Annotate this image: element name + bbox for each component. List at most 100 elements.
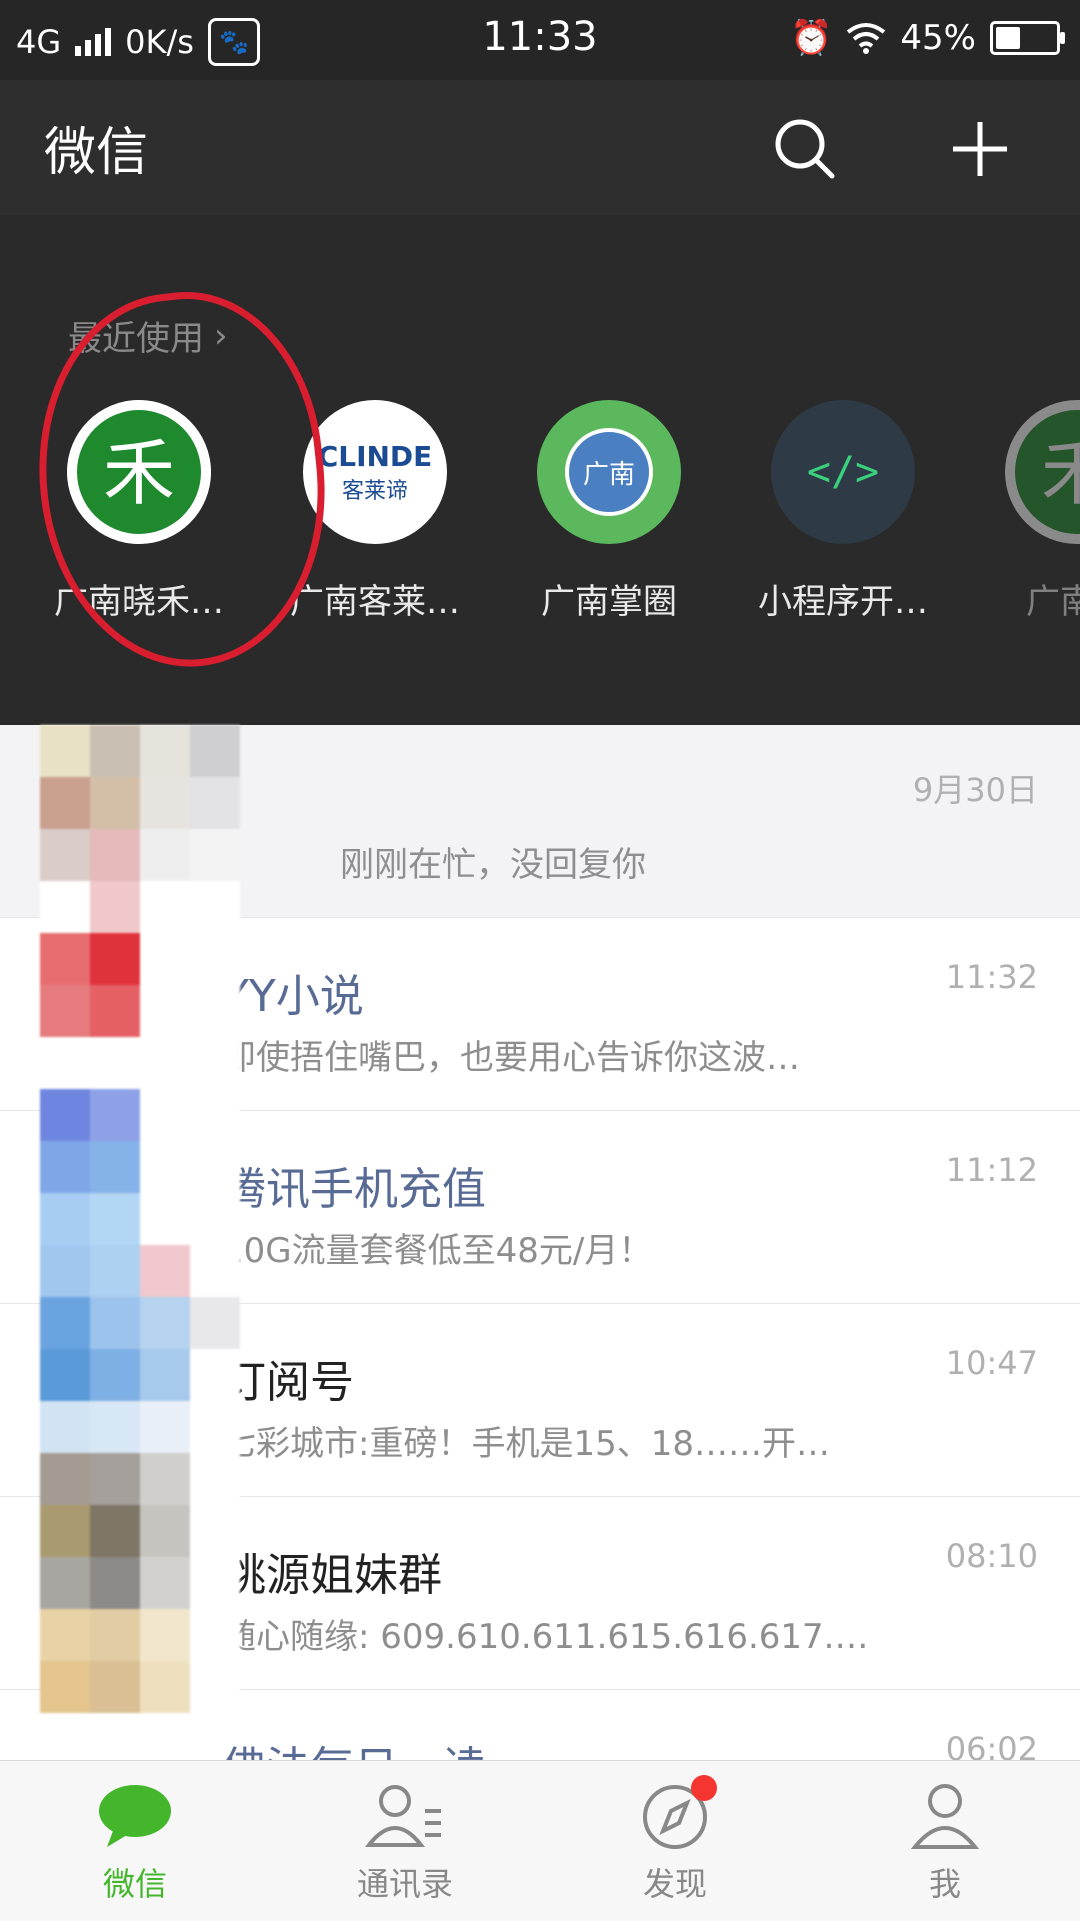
mosaic-tile bbox=[40, 1245, 90, 1297]
mosaic-tile bbox=[40, 1089, 90, 1141]
mosaic-tile bbox=[190, 1661, 240, 1713]
mosaic-tile bbox=[140, 1141, 190, 1193]
mosaic-tile bbox=[90, 1453, 140, 1505]
mosaic-tile bbox=[140, 1349, 190, 1401]
mosaic-tile bbox=[140, 1297, 190, 1349]
mosaic-tile bbox=[140, 1557, 190, 1609]
chat-time: 11:12 bbox=[945, 1151, 1038, 1189]
mosaic-tile bbox=[40, 1609, 90, 1661]
clinde-brand-text: CLINDE bbox=[317, 439, 433, 473]
top-bar: 微信 bbox=[0, 80, 1080, 215]
tab-contacts[interactable]: 通讯录 bbox=[270, 1761, 540, 1921]
chat-name: YY小说 bbox=[222, 971, 364, 1022]
clinde-brand-sub: 客莱谛 bbox=[341, 478, 408, 504]
mosaic-tile bbox=[140, 1453, 190, 1505]
mosaic-tile bbox=[190, 725, 240, 777]
chat-name: 桃源姐妹群 bbox=[222, 1550, 442, 1601]
plus-icon[interactable] bbox=[945, 114, 1015, 184]
chat-time: 9月30日 bbox=[912, 771, 1038, 809]
mosaic-tile bbox=[40, 1349, 90, 1401]
wifi-icon bbox=[847, 23, 886, 54]
chat-bubble-icon bbox=[95, 1781, 175, 1851]
mosaic-tile bbox=[90, 1297, 140, 1349]
mosaic-tile bbox=[40, 1505, 90, 1557]
code-brand-text: </> bbox=[806, 449, 880, 495]
mosaic-tile bbox=[40, 1661, 90, 1713]
mosaic-tile bbox=[190, 1453, 240, 1505]
search-icon[interactable] bbox=[770, 114, 840, 184]
mosaic-tile bbox=[40, 1141, 90, 1193]
mosaic-tile bbox=[190, 1297, 240, 1349]
chat-time: 10:47 bbox=[945, 1344, 1038, 1382]
mosaic-tile bbox=[40, 1037, 90, 1089]
mini-program-item[interactable]: 禾 广南晓 bbox=[982, 400, 1080, 623]
mosaic-tile bbox=[190, 1401, 240, 1453]
mosaic-tile bbox=[90, 881, 140, 933]
mosaic-tile bbox=[90, 829, 140, 881]
tab-label: 发现 bbox=[642, 1865, 707, 1903]
tab-me[interactable]: 我 bbox=[810, 1761, 1080, 1921]
mosaic-tile bbox=[190, 985, 240, 1037]
chat-time: 08:10 bbox=[945, 1537, 1038, 1575]
mosaic-tile bbox=[90, 1401, 140, 1453]
mini-program-item[interactable]: 广南 广南掌圈 bbox=[514, 400, 704, 623]
mosaic-tile bbox=[90, 1089, 140, 1141]
mosaic-tile bbox=[40, 777, 90, 829]
tab-label: 我 bbox=[928, 1865, 961, 1903]
mosaic-tile bbox=[190, 1609, 240, 1661]
mini-program-name: 广南客莱… bbox=[290, 582, 460, 622]
mini-program-item[interactable]: </> 小程序开… bbox=[748, 400, 938, 623]
chat-name: 腾讯手机充值 bbox=[222, 1164, 486, 1215]
mosaic-tile bbox=[40, 1193, 90, 1245]
mosaic-tile bbox=[190, 1349, 240, 1401]
clinde-logo-icon: CLINDE 客莱谛 bbox=[303, 400, 447, 544]
mosaic-tile bbox=[40, 933, 90, 985]
tab-label: 通讯录 bbox=[356, 1865, 453, 1903]
mosaic-tile bbox=[90, 1245, 140, 1297]
mosaic-tile bbox=[40, 1401, 90, 1453]
mosaic-tile bbox=[190, 1193, 240, 1245]
mosaic-tile bbox=[140, 1609, 190, 1661]
mosaic-tile bbox=[140, 1661, 190, 1713]
tab-chats[interactable]: 微信 bbox=[0, 1761, 270, 1921]
mosaic-tile bbox=[190, 829, 240, 881]
mosaic-tile bbox=[140, 1193, 190, 1245]
mosaic-tile bbox=[140, 725, 190, 777]
chat-preview: 10G流量套餐低至48元/月！ bbox=[222, 1231, 653, 1271]
chat-name: 订阅号 bbox=[222, 1357, 354, 1408]
status-bar: 4G 0K/s 🐾 11:33 ⏰ 45% bbox=[0, 0, 1080, 80]
gnzq-logo-icon: 广南 bbox=[537, 400, 681, 544]
mosaic-tile bbox=[40, 1297, 90, 1349]
mosaic-tile bbox=[90, 933, 140, 985]
person-icon bbox=[905, 1781, 985, 1851]
chat-preview: 随心随缘: 609.610.611.615.616.617.… bbox=[222, 1617, 869, 1657]
mosaic-tile bbox=[140, 1505, 190, 1557]
mosaic-tile bbox=[40, 1557, 90, 1609]
tab-label: 微信 bbox=[102, 1865, 167, 1903]
mosaic-tile bbox=[90, 985, 140, 1037]
mosaic-tile bbox=[140, 829, 190, 881]
mosaic-tile bbox=[140, 985, 190, 1037]
he-logo-icon: 禾 bbox=[1005, 400, 1080, 544]
tab-discover[interactable]: 发现 bbox=[540, 1761, 810, 1921]
mosaic-tile bbox=[40, 985, 90, 1037]
alarm-icon: ⏰ bbox=[790, 18, 833, 58]
notification-badge bbox=[691, 1775, 717, 1801]
mosaic-tile bbox=[90, 1557, 140, 1609]
mosaic-tile bbox=[90, 1141, 140, 1193]
mini-program-name: 小程序开… bbox=[758, 582, 928, 622]
mosaic-tile bbox=[140, 1089, 190, 1141]
mosaic-tile bbox=[90, 725, 140, 777]
battery-percent: 45% bbox=[900, 18, 976, 58]
chat-preview: 刚刚在忙，没回复你 bbox=[340, 845, 646, 885]
mosaic-tile bbox=[40, 881, 90, 933]
mosaic-tile bbox=[190, 1141, 240, 1193]
code-icon: </> bbox=[771, 400, 915, 544]
chat-preview: 即使捂住嘴巴，也要用心告诉你这波… bbox=[222, 1038, 800, 1078]
mosaic-tile bbox=[90, 1193, 140, 1245]
mosaic-tile bbox=[90, 1037, 140, 1089]
page-title: 微信 bbox=[44, 123, 149, 183]
mosaic-tile bbox=[140, 1401, 190, 1453]
chat-time: 06:02 bbox=[945, 1730, 1038, 1760]
mosaic-tile bbox=[190, 1245, 240, 1297]
